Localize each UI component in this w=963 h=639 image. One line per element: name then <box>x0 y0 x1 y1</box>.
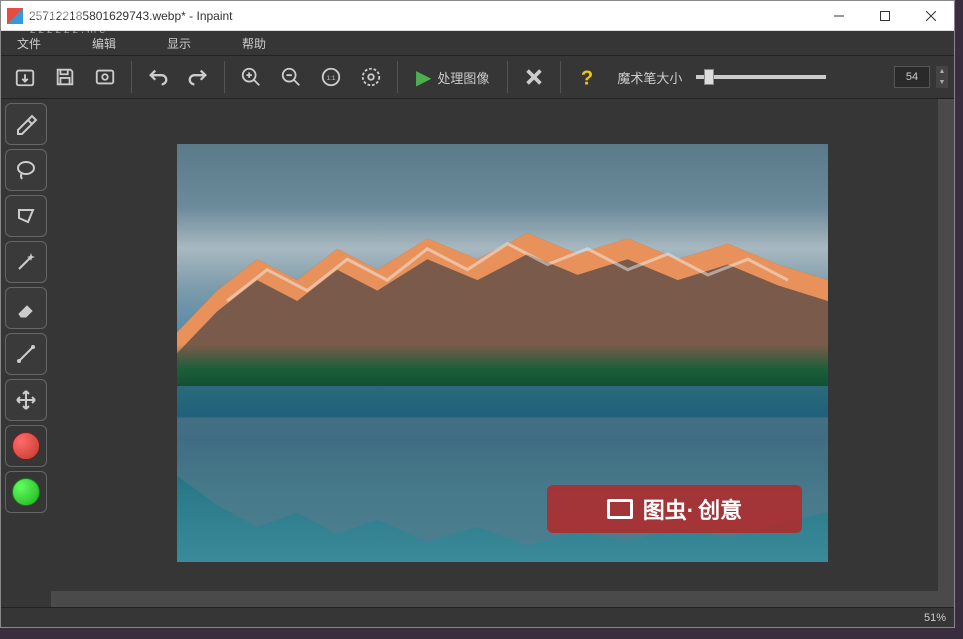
content-area: 图虫· 创意 <box>1 99 954 607</box>
close-icon <box>926 11 936 21</box>
process-button[interactable]: ▶ 处理图像 <box>406 59 499 95</box>
menubar: 文件 编辑 显示 帮助 <box>1 31 954 55</box>
watermark-badge: 图虫· 创意 <box>547 485 802 533</box>
save-button[interactable] <box>47 59 83 95</box>
window-controls <box>816 1 954 31</box>
x-icon <box>523 66 545 88</box>
zoom-fit-icon <box>360 66 382 88</box>
horizontal-scrollbar[interactable] <box>51 591 938 607</box>
titlebar: 2571221858​01629743.webp* - Inpaint <box>1 1 954 31</box>
brush-slider-wrap <box>686 75 890 79</box>
green-circle-icon <box>12 478 40 506</box>
view-original-button[interactable] <box>87 59 123 95</box>
magic-wand-icon <box>14 250 38 274</box>
lasso-icon <box>14 158 38 182</box>
brush-spinner: ▲ ▼ <box>936 66 948 88</box>
zoom-in-icon <box>240 66 262 88</box>
menu-help[interactable]: 帮助 <box>234 33 274 54</box>
zoom-out-button[interactable] <box>273 59 309 95</box>
move-icon <box>14 388 38 412</box>
marker-tool[interactable] <box>5 103 47 145</box>
brush-size-value[interactable]: 54 <box>894 66 930 88</box>
open-button[interactable] <box>7 59 43 95</box>
lasso-tool[interactable] <box>5 149 47 191</box>
separator <box>131 61 132 93</box>
window-title: 2571221858​01629743.webp* - Inpaint <box>29 9 816 23</box>
separator <box>560 61 561 93</box>
svg-text:?: ? <box>581 67 593 88</box>
app-window: 2571221858​01629743.webp* - Inpaint 文件 编… <box>0 0 955 628</box>
marker-icon <box>14 112 38 136</box>
svg-text:1:1: 1:1 <box>327 75 336 82</box>
question-icon: ? <box>576 66 598 88</box>
toolbar: 1:1 ▶ 处理图像 ? 魔术笔大小 54 ▲ ▼ <box>1 55 954 99</box>
minimize-icon <box>834 11 844 21</box>
vertical-scrollbar[interactable] <box>938 99 954 607</box>
line-icon <box>14 342 38 366</box>
badge-text-1: 图虫· <box>643 493 694 525</box>
menu-view[interactable]: 显示 <box>159 33 199 54</box>
separator <box>397 61 398 93</box>
process-label: 处理图像 <box>437 68 489 87</box>
open-icon <box>14 66 36 88</box>
polygon-icon <box>14 204 38 228</box>
tool-sidebar <box>1 99 51 607</box>
play-icon: ▶ <box>416 65 431 90</box>
zoom-actual-button[interactable]: 1:1 <box>313 59 349 95</box>
eye-icon <box>94 66 116 88</box>
separator <box>507 61 508 93</box>
undo-icon <box>147 66 169 88</box>
statusbar: 51% <box>1 607 954 627</box>
brush-size-label: 魔术笔大小 <box>617 68 682 87</box>
line-tool[interactable] <box>5 333 47 375</box>
brush-size-slider[interactable] <box>696 75 826 79</box>
maximize-icon <box>880 11 890 21</box>
cancel-button[interactable] <box>516 59 552 95</box>
zoom-out-icon <box>280 66 302 88</box>
minimize-button[interactable] <box>816 1 862 31</box>
brush-increase-button[interactable]: ▲ <box>936 66 948 77</box>
zoom-level: 51% <box>924 612 946 624</box>
red-circle-icon <box>12 432 40 460</box>
badge-text-2: 创意 <box>698 493 742 525</box>
eraser-tool[interactable] <box>5 287 47 329</box>
maximize-button[interactable] <box>862 1 908 31</box>
redo-button[interactable] <box>180 59 216 95</box>
app-icon <box>7 8 23 24</box>
separator <box>224 61 225 93</box>
badge-icon <box>607 499 633 519</box>
zoom-in-button[interactable] <box>233 59 269 95</box>
red-mask-button[interactable] <box>5 425 47 467</box>
image-view: 图虫· 创意 <box>177 144 828 562</box>
magic-wand-tool[interactable] <box>5 241 47 283</box>
menu-file[interactable]: 文件 <box>9 33 49 54</box>
eraser-icon <box>14 296 38 320</box>
close-button[interactable] <box>908 1 954 31</box>
undo-button[interactable] <box>140 59 176 95</box>
redo-icon <box>187 66 209 88</box>
move-tool[interactable] <box>5 379 47 421</box>
canvas-area[interactable]: 图虫· 创意 <box>51 99 954 607</box>
green-mask-button[interactable] <box>5 471 47 513</box>
help-button[interactable]: ? <box>569 59 605 95</box>
zoom-1to1-icon: 1:1 <box>320 66 342 88</box>
zoom-fit-button[interactable] <box>353 59 389 95</box>
save-icon <box>54 66 76 88</box>
brush-decrease-button[interactable]: ▼ <box>936 77 948 88</box>
slider-thumb[interactable] <box>704 69 714 85</box>
polygon-tool[interactable] <box>5 195 47 237</box>
menu-edit[interactable]: 编辑 <box>84 33 124 54</box>
